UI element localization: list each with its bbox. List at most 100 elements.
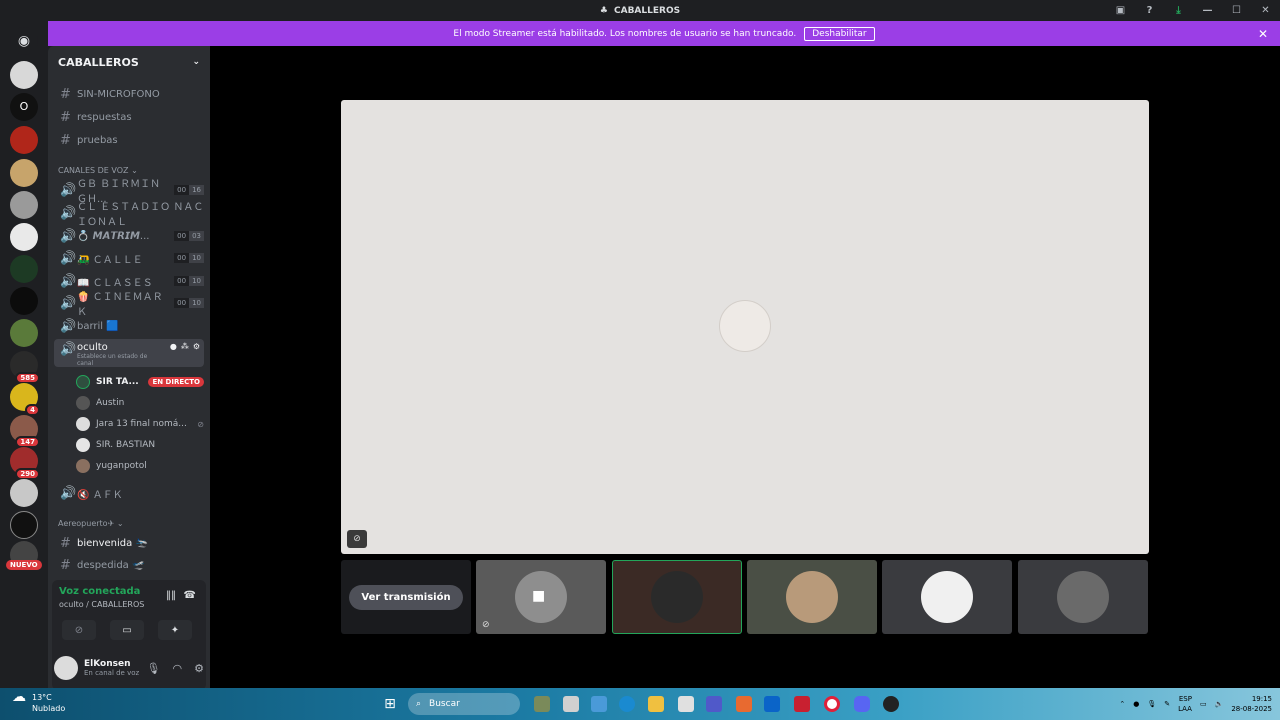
chat-icon[interactable]: ● — [170, 342, 177, 351]
close-icon[interactable]: ✕ — [1258, 27, 1268, 41]
voice-member[interactable]: yuganpotol — [76, 456, 204, 476]
help-icon[interactable]: ? — [1135, 5, 1164, 16]
server-icon-7[interactable] — [10, 255, 38, 283]
disable-streamer-button[interactable]: Deshabilitar — [804, 26, 875, 41]
headphones-icon[interactable]: ◠ — [173, 662, 183, 675]
minimize-button[interactable]: — — [1193, 5, 1222, 16]
chevron-up-icon[interactable]: ⌃ — [1119, 700, 1125, 708]
channel-status[interactable]: Establece un estado de canal — [77, 353, 165, 367]
server-icon-8[interactable] — [10, 287, 38, 315]
voice-channel-afk[interactable]: 🔊 🔇 ＡＦＫ — [54, 483, 204, 503]
server-icon-15[interactable] — [10, 511, 38, 539]
server-icon-10[interactable]: 585 — [10, 351, 40, 384]
maximize-button[interactable]: ☐ — [1222, 5, 1251, 16]
disconnect-icon[interactable]: ☎ — [184, 590, 196, 601]
taskbar: ☁ 13°C Nublado ⊞ ⌕ Buscar ⌃ ● 🎙 ✎ ESP LA… — [0, 688, 1280, 720]
camera-button[interactable]: ⊘ — [62, 620, 96, 640]
focused-video-tile[interactable]: ⊘ — [341, 100, 1149, 554]
store-icon[interactable] — [678, 696, 694, 712]
voice-channel-oculto[interactable]: 🔊 oculto Establece un estado de canal ● … — [54, 339, 204, 367]
server-icon-9[interactable] — [10, 319, 38, 347]
app-icon-3[interactable] — [591, 696, 607, 712]
volume-icon[interactable]: 🔈 — [1215, 700, 1224, 708]
text-channel-pruebas[interactable]: # pruebas — [54, 130, 204, 150]
chevron-down-icon: ⌄ — [116, 519, 124, 528]
folder-icon[interactable] — [648, 696, 664, 712]
language-indicator[interactable]: ESP LAA — [1178, 694, 1192, 714]
discord-icon[interactable] — [854, 696, 870, 712]
app-icon-6[interactable] — [883, 696, 899, 712]
game-button[interactable]: ✦ — [158, 620, 192, 640]
taskbar-search[interactable]: ⌕ Buscar — [408, 693, 520, 715]
voice-channel-birmingham[interactable]: 🔊 ＧＢ ＢＩＲＭＩＮＧＨ... 00 16 — [54, 179, 204, 205]
download-icon[interactable]: ⤓ — [1164, 5, 1193, 16]
voice-member[interactable]: SIR. BASTIAN — [76, 435, 204, 455]
speaker-icon: 🔊 — [60, 250, 77, 266]
stream-tile[interactable]: Ver transmisión — [341, 560, 471, 634]
voice-channel-estadio-nacional[interactable]: 🔊 ＣＬ ＥＳＴＡＤＩＯ ＮＡＣＩＯＮＡＬ — [54, 202, 204, 228]
voice-connected-subtitle[interactable]: oculto / CABALLEROS — [59, 600, 144, 609]
participant-tile[interactable] — [1018, 560, 1148, 634]
voice-channel-matrimonio[interactable]: 🔊 💍 𝙈𝘼𝙏𝙍𝙄𝙈... 00 03 — [54, 226, 204, 246]
tray-pen-icon[interactable]: ✎ — [1164, 700, 1170, 708]
server-icon-11[interactable]: 4 — [10, 383, 40, 416]
hash-icon: # — [60, 557, 71, 573]
voice-member[interactable]: SIR TA... EN DIRECTO — [76, 372, 204, 392]
clock[interactable]: 19:15 28-08-2025 — [1231, 694, 1272, 714]
watch-stream-button[interactable]: Ver transmisión — [349, 584, 463, 610]
text-channel-bienvenida[interactable]: # bienvenida 🛬 — [54, 533, 204, 553]
edge-icon[interactable] — [619, 696, 635, 712]
participant-tile[interactable] — [882, 560, 1012, 634]
inbox-icon[interactable]: ▣ — [1106, 5, 1135, 16]
invite-icon[interactable]: ⁂ — [181, 342, 189, 351]
text-channel-respuestas[interactable]: # respuestas — [54, 107, 204, 127]
server-icon-12[interactable]: 147 — [10, 415, 40, 448]
participant-tile[interactable] — [747, 560, 877, 634]
start-icon[interactable]: ⊞ — [382, 696, 398, 712]
gear-icon[interactable]: ⚙ — [194, 662, 204, 675]
discord-home-icon[interactable]: ◉ — [10, 27, 38, 55]
server-icon-1[interactable] — [10, 61, 38, 89]
text-channel-despedida[interactable]: # despedida 🛫 — [54, 555, 204, 575]
network-icon[interactable]: ▭ — [1200, 700, 1207, 708]
outlook-icon[interactable] — [764, 696, 780, 712]
server-icon-4[interactable] — [10, 159, 38, 187]
voice-channel-calle[interactable]: 🔊 🛺 ＣＡＬＬＥ 00 10 — [54, 248, 204, 268]
share-screen-button[interactable]: ▭ — [110, 620, 144, 640]
server-icon-3[interactable] — [10, 126, 38, 154]
server-icon-2[interactable]: O — [10, 93, 38, 121]
app-icon-5[interactable] — [794, 696, 810, 712]
server-icon-14[interactable] — [10, 479, 38, 507]
participant-tile-speaking[interactable] — [612, 560, 742, 634]
aeropuerto-category-header[interactable]: Aereopuerto✈ ⌄ — [58, 519, 124, 528]
speaker-icon: 🔊 — [60, 295, 77, 311]
close-window-button[interactable]: ✕ — [1251, 5, 1280, 16]
app-icon-4[interactable] — [736, 696, 752, 712]
voice-member[interactable]: Austin — [76, 393, 204, 413]
server-header[interactable]: CABALLEROS ⌄ — [48, 46, 210, 78]
voice-category-header[interactable]: CANALES DE VOZ ⌄ — [58, 166, 138, 175]
opera-icon[interactable] — [824, 696, 840, 712]
server-icon-6[interactable] — [10, 223, 38, 251]
server-icon-5[interactable] — [10, 191, 38, 219]
microphone-icon[interactable]: 🎙 — [147, 662, 161, 675]
app-icon-2[interactable] — [563, 696, 579, 712]
voice-channel-cinemark[interactable]: 🔊 🍿 ＣＩＮＥＭＡＲＫ 00 10 — [54, 292, 204, 318]
avatar[interactable] — [54, 656, 78, 680]
server-icon-13[interactable]: 290 — [10, 447, 40, 480]
gear-icon[interactable]: ⚙ — [193, 342, 200, 351]
text-channel-sin-microfono[interactable]: # SIN-MICROFONO — [54, 84, 204, 104]
participant-tile[interactable]: ■ ⊘ — [476, 560, 606, 634]
tray-mic-icon[interactable]: 🎙 — [1147, 700, 1156, 708]
speaker-icon: 🔊 — [60, 318, 77, 334]
voice-channel-barril[interactable]: 🔊 barril 🟦 — [54, 316, 204, 336]
tray-app-icon[interactable]: ● — [1133, 700, 1139, 708]
teams-icon[interactable] — [706, 696, 722, 712]
noise-suppression-icon[interactable]: ‖‖ — [166, 590, 176, 601]
avatar — [651, 571, 703, 623]
voice-member[interactable]: Jara 13 final nomá... ⊘ — [76, 414, 204, 434]
voice-connected-title[interactable]: Voz conectada — [59, 586, 140, 597]
hash-icon: # — [60, 86, 71, 102]
weather-widget[interactable]: ☁ 13°C Nublado — [12, 690, 65, 714]
app-icon-1[interactable] — [534, 696, 550, 712]
